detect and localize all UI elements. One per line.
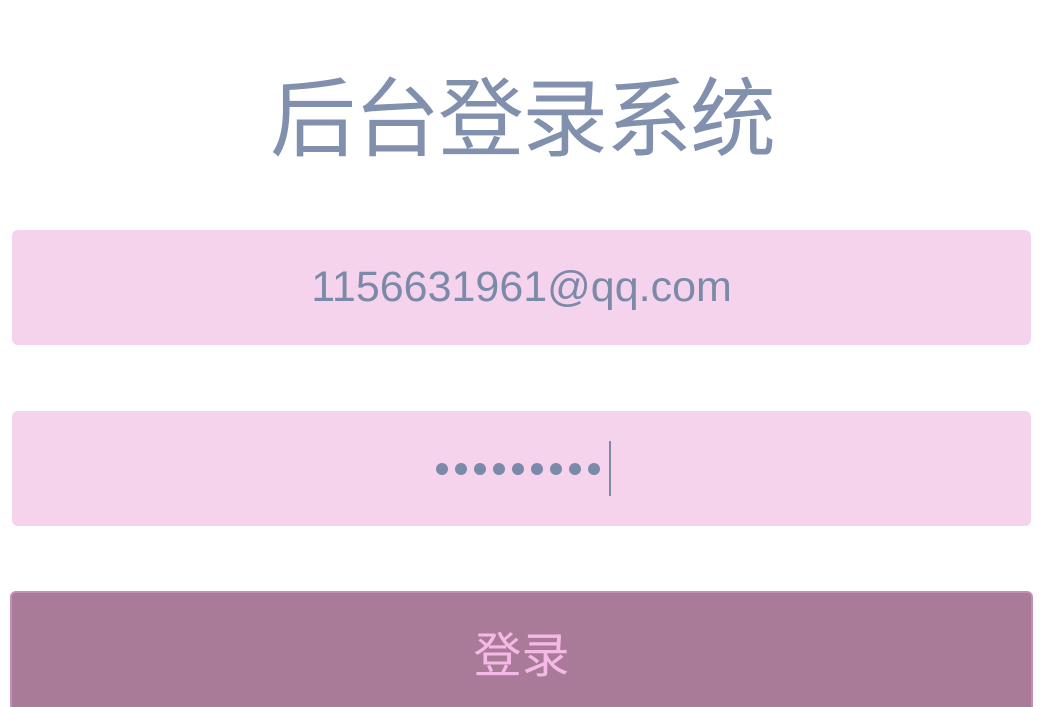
password-dot	[531, 462, 543, 475]
password-dot	[455, 462, 467, 475]
login-button[interactable]: 登录	[10, 591, 1033, 707]
password-dot	[512, 462, 524, 475]
email-field[interactable]: 1156631961@qq.com	[12, 230, 1031, 345]
password-field[interactable]	[12, 411, 1031, 526]
password-dot	[588, 462, 600, 475]
email-value: 1156631961@qq.com	[311, 263, 732, 311]
page-title: 后台登录系统	[270, 69, 776, 170]
password-dot	[493, 462, 505, 475]
login-page: 后台登录系统 1156631961@qq.com 登录	[0, 0, 1054, 707]
password-dot	[569, 462, 581, 475]
text-caret	[609, 441, 611, 496]
login-button-label: 登录	[473, 630, 570, 683]
password-dot	[436, 462, 448, 475]
password-dot	[474, 462, 486, 475]
password-mask	[432, 439, 611, 499]
password-dot	[550, 462, 562, 475]
